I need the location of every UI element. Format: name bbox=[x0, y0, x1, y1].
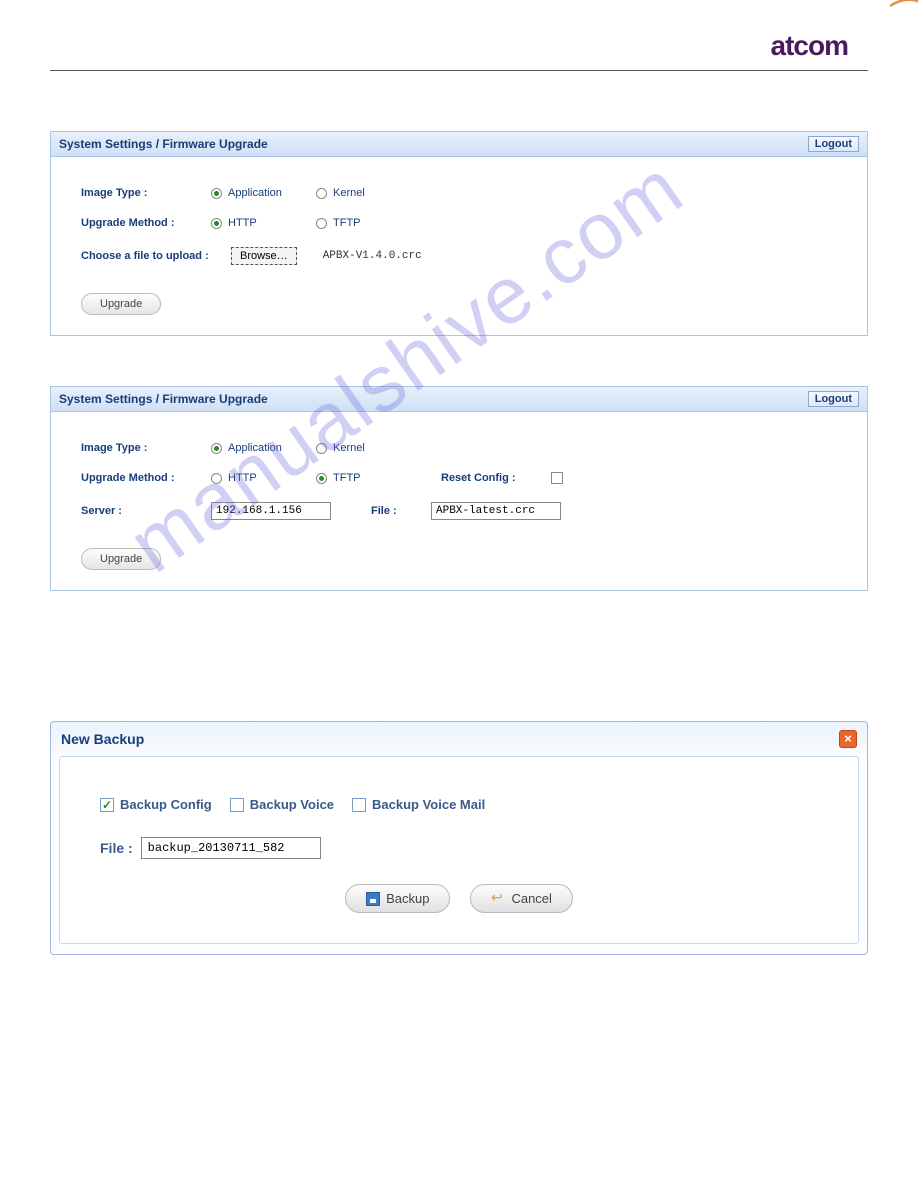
panel-title: System Settings / Firmware Upgrade bbox=[59, 392, 268, 406]
image-type-label: Image Type : bbox=[81, 442, 191, 454]
radio-tftp[interactable]: TFTP bbox=[316, 217, 401, 229]
radio-icon bbox=[316, 473, 327, 484]
file-input[interactable] bbox=[431, 502, 561, 520]
radio-icon bbox=[211, 443, 222, 454]
save-icon bbox=[366, 892, 380, 906]
upgrade-button[interactable]: Upgrade bbox=[81, 293, 161, 315]
backup-config-label: Backup Config bbox=[120, 797, 212, 812]
choose-file-label: Choose a file to upload : bbox=[81, 250, 211, 262]
backup-voice-checkbox[interactable] bbox=[230, 798, 244, 812]
radio-icon bbox=[316, 218, 327, 229]
server-input[interactable] bbox=[211, 502, 331, 520]
radio-kernel[interactable]: Kernel bbox=[316, 442, 401, 454]
server-label: Server : bbox=[81, 505, 191, 517]
image-type-label: Image Type : bbox=[81, 187, 191, 199]
radio-application[interactable]: Application bbox=[211, 442, 296, 454]
radio-kernel[interactable]: Kernel bbox=[316, 187, 401, 199]
radio-icon bbox=[316, 188, 327, 199]
radio-icon bbox=[211, 218, 222, 229]
panel-header: System Settings / Firmware Upgrade Logou… bbox=[51, 387, 867, 412]
brand-text: atcom bbox=[771, 30, 848, 62]
brand-logo: atcom bbox=[50, 30, 868, 62]
radio-http[interactable]: HTTP bbox=[211, 472, 296, 484]
radio-icon bbox=[211, 188, 222, 199]
reset-config-checkbox[interactable] bbox=[551, 472, 563, 484]
radio-application[interactable]: Application bbox=[211, 187, 296, 199]
backup-button-label: Backup bbox=[386, 891, 429, 906]
upgrade-method-label: Upgrade Method : bbox=[81, 217, 191, 229]
new-backup-dialog: New Backup × Backup Config Backup Voice … bbox=[50, 721, 868, 955]
close-icon[interactable]: × bbox=[839, 730, 857, 748]
logout-button[interactable]: Logout bbox=[808, 391, 859, 407]
radio-icon bbox=[211, 473, 222, 484]
header-divider bbox=[50, 70, 868, 71]
firmware-panel-http: System Settings / Firmware Upgrade Logou… bbox=[50, 131, 868, 336]
backup-config-checkbox[interactable] bbox=[100, 798, 114, 812]
reset-config-label: Reset Config : bbox=[441, 472, 531, 484]
backup-file-input[interactable] bbox=[141, 837, 321, 859]
panel-header: System Settings / Firmware Upgrade Logou… bbox=[51, 132, 867, 157]
cancel-button-label: Cancel bbox=[511, 891, 551, 906]
logo-swoosh-icon bbox=[890, 0, 918, 8]
panel-title: System Settings / Firmware Upgrade bbox=[59, 137, 268, 151]
backup-file-label: File : bbox=[100, 840, 133, 856]
radio-tftp[interactable]: TFTP bbox=[316, 472, 401, 484]
backup-voicemail-checkbox[interactable] bbox=[352, 798, 366, 812]
selected-filename: APBX-V1.4.0.crc bbox=[323, 250, 422, 262]
backup-button[interactable]: Backup bbox=[345, 884, 450, 913]
dialog-header: New Backup × bbox=[51, 722, 867, 756]
radio-icon bbox=[316, 443, 327, 454]
backup-voice-label: Backup Voice bbox=[250, 797, 334, 812]
upgrade-method-label: Upgrade Method : bbox=[81, 472, 191, 484]
browse-button[interactable]: Browse… bbox=[231, 247, 297, 265]
upgrade-button[interactable]: Upgrade bbox=[81, 548, 161, 570]
file-label: File : bbox=[371, 505, 411, 517]
logout-button[interactable]: Logout bbox=[808, 136, 859, 152]
backup-voicemail-label: Backup Voice Mail bbox=[372, 797, 485, 812]
radio-http[interactable]: HTTP bbox=[211, 217, 296, 229]
cancel-button[interactable]: Cancel bbox=[470, 884, 572, 913]
dialog-title: New Backup bbox=[61, 731, 144, 747]
cancel-icon bbox=[491, 893, 505, 905]
firmware-panel-tftp: System Settings / Firmware Upgrade Logou… bbox=[50, 386, 868, 591]
